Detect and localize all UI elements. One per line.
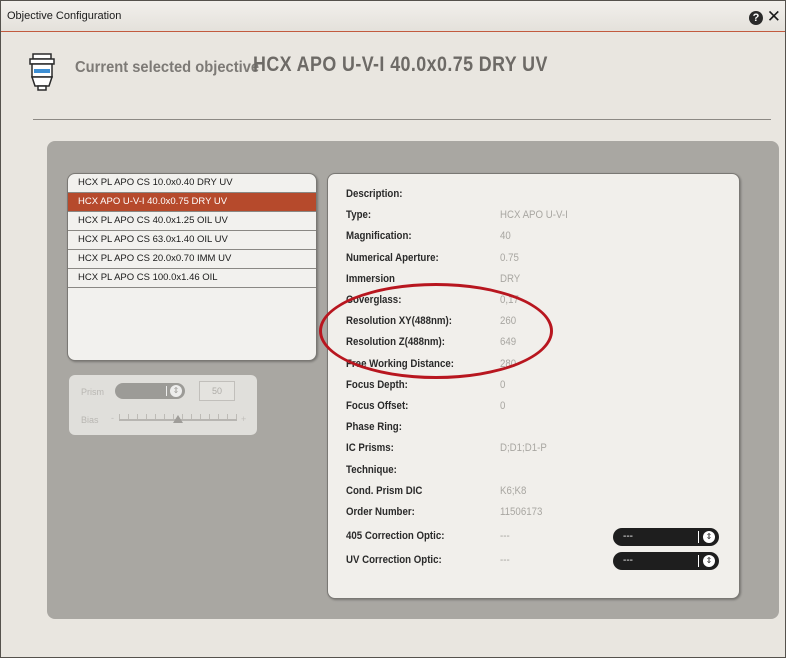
detail-value: 40 bbox=[500, 230, 511, 243]
objective-item[interactable]: HCX PL APO CS 100.0x1.46 OIL bbox=[68, 269, 316, 288]
objective-icon bbox=[29, 53, 55, 91]
prism-label: Prism bbox=[81, 387, 104, 397]
detail-value: HCX APO U-V-I bbox=[500, 209, 568, 222]
prism-controls: Prism ⇕ 50 Bias - + bbox=[69, 375, 257, 435]
objective-details: Description: Type: HCX APO U-V-I Magnificat… bbox=[327, 173, 740, 599]
prism-select[interactable]: ⇕ bbox=[115, 383, 185, 399]
detail-label: Technique: bbox=[346, 463, 397, 476]
detail-value: 11506173 bbox=[500, 506, 543, 518]
correction-optic-dropdown[interactable]: --- ⇕ bbox=[613, 528, 719, 546]
correction-optic-dropdown[interactable]: --- ⇕ bbox=[613, 552, 719, 570]
help-icon[interactable]: ? bbox=[749, 11, 763, 25]
header-divider bbox=[33, 119, 771, 120]
prism-value-field[interactable]: 50 bbox=[199, 381, 235, 401]
dropdown-value: --- bbox=[623, 531, 633, 542]
objective-item[interactable]: HCX PL APO CS 40.0x1.25 OIL UV bbox=[68, 212, 316, 231]
bias-label: Bias bbox=[81, 415, 99, 425]
detail-value: 0.75 bbox=[500, 251, 519, 264]
prism-select-separator bbox=[166, 386, 167, 396]
detail-label: Focus Depth: bbox=[346, 378, 408, 391]
objective-list[interactable]: HCX PL APO CS 10.0x0.40 DRY UV HCX APO U-… bbox=[67, 173, 317, 361]
detail-label: IC Prisms: bbox=[346, 442, 394, 455]
dropdown-separator bbox=[698, 555, 699, 567]
updown-arrow-icon: ⇕ bbox=[703, 555, 715, 567]
objective-configuration-window: Objective Configuration ? ✕ Current sele… bbox=[0, 0, 786, 658]
detail-label: Immersion bbox=[346, 272, 395, 285]
detail-label: Order Number: bbox=[346, 506, 415, 518]
detail-label: Cond. Prism DIC bbox=[346, 484, 423, 497]
close-icon[interactable]: ✕ bbox=[767, 8, 781, 25]
updown-arrow-icon: ⇕ bbox=[703, 531, 715, 543]
detail-label: Magnification: bbox=[346, 230, 412, 243]
bias-minus: - bbox=[111, 413, 114, 423]
correction-label: 405 Correction Optic: bbox=[346, 530, 445, 542]
dropdown-value: --- bbox=[623, 555, 633, 566]
correction-label: UV Correction Optic: bbox=[346, 554, 442, 566]
detail-label: Description: bbox=[346, 188, 403, 200]
detail-value: D;D1;D1-P bbox=[500, 442, 547, 455]
configuration-panel: HCX PL APO CS 10.0x0.40 DRY UV HCX APO U-… bbox=[47, 141, 779, 619]
bias-slider-thumb[interactable] bbox=[173, 415, 183, 423]
current-objective-value: HCX APO U-V-I 40.0x0.75 DRY UV bbox=[253, 53, 548, 76]
bias-plus: + bbox=[241, 414, 247, 424]
detail-value: 0 bbox=[500, 378, 506, 391]
detail-label: Numerical Aperture: bbox=[346, 251, 439, 264]
detail-value: K6;K8 bbox=[500, 484, 527, 497]
detail-label: Type: bbox=[346, 209, 372, 222]
dropdown-separator bbox=[698, 531, 699, 543]
window-title: Objective Configuration bbox=[7, 10, 122, 22]
annotation-ellipse bbox=[319, 283, 553, 379]
detail-value: 0 bbox=[500, 400, 506, 412]
current-objective-label: Current selected objective bbox=[75, 59, 260, 76]
objective-item[interactable]: HCX PL APO CS 63.0x1.40 OIL UV bbox=[68, 231, 316, 250]
detail-label: Focus Offset: bbox=[346, 400, 409, 412]
correction-value: --- bbox=[500, 530, 510, 542]
objective-item[interactable]: HCX PL APO CS 10.0x0.40 DRY UV bbox=[68, 174, 316, 193]
detail-value: DRY bbox=[500, 272, 521, 285]
title-bar: Objective Configuration ? ✕ bbox=[1, 1, 785, 32]
objective-item[interactable]: HCX PL APO CS 20.0x0.70 IMM UV bbox=[68, 250, 316, 269]
objective-item[interactable]: HCX APO U-V-I 40.0x0.75 DRY UV bbox=[68, 193, 316, 212]
correction-value: --- bbox=[500, 554, 510, 566]
updown-arrow-icon: ⇕ bbox=[170, 385, 182, 397]
detail-label: Phase Ring: bbox=[346, 421, 402, 434]
